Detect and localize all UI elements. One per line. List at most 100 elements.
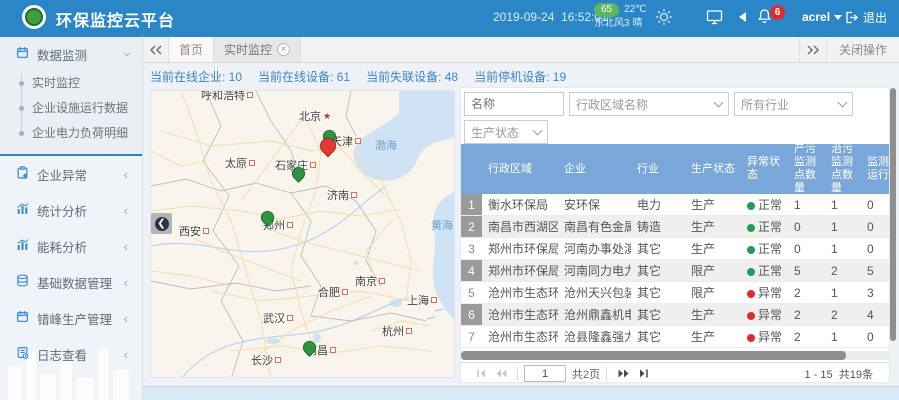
sidebar-item-4[interactable]: 基础数据管理‹ bbox=[0, 264, 142, 300]
table-cell: 0 bbox=[861, 198, 889, 212]
close-operations-menu[interactable]: 关闭操作 bbox=[827, 41, 899, 58]
city-marker-icon bbox=[287, 222, 293, 228]
sidebar-item-1[interactable]: 企业异常‹ bbox=[0, 156, 142, 192]
sidebar-subitem-0[interactable]: 实时监控 bbox=[32, 71, 142, 96]
horizontal-scrollbar[interactable] bbox=[461, 351, 889, 360]
map-city-label-0: 呼和浩特 bbox=[201, 90, 253, 103]
pagination-bar: 共2页 1 - 15 共19条 bbox=[461, 362, 889, 384]
status-dot-icon bbox=[747, 246, 755, 254]
vertical-scrollbar[interactable] bbox=[890, 88, 896, 341]
stat-label: 当前在线企业: bbox=[150, 70, 229, 84]
stat-value: 19 bbox=[553, 70, 566, 84]
table-row[interactable]: 2南昌市西湖区环南昌有色金属有铸造生产正常010 bbox=[461, 216, 889, 238]
speaker-icon[interactable] bbox=[736, 11, 748, 26]
aqi-badge: 65 bbox=[594, 3, 619, 17]
table-cell: 0 bbox=[788, 242, 825, 256]
logout-button[interactable]: 退出 bbox=[845, 9, 887, 26]
sidebar-item-label: 统计分析 bbox=[37, 201, 87, 220]
table-cell: 1 bbox=[825, 220, 861, 234]
table-cell: 2 bbox=[788, 286, 825, 300]
map-city-label-6: 西安 bbox=[179, 223, 209, 239]
table-cell: 1 bbox=[825, 286, 861, 300]
city-marker-icon bbox=[287, 315, 293, 321]
alert-count-badge[interactable]: 6 bbox=[770, 5, 785, 20]
sidebar-item-6[interactable]: 日志查看‹ bbox=[0, 336, 142, 372]
table-cell: 生产 bbox=[685, 196, 741, 213]
clipboard-icon bbox=[16, 166, 29, 182]
table-row[interactable]: 7沧州市生态环保沧县隆鑫强力加其它生产异常210 bbox=[461, 326, 889, 348]
chevron-left-icon: ‹ bbox=[124, 239, 128, 254]
next-page-button[interactable] bbox=[613, 368, 633, 379]
sidebar-subitem-2[interactable]: 企业电力负荷明细 bbox=[32, 121, 142, 146]
table-cell: 沧州市生态环保 bbox=[482, 306, 558, 323]
map-city-label-13: 长沙 bbox=[251, 352, 281, 368]
total-pages-label: 共2页 bbox=[572, 366, 600, 382]
sidebar-item-0[interactable]: 数据监测‹ bbox=[0, 37, 142, 71]
table-header-cell-7: 监测点 运行 bbox=[861, 144, 889, 194]
sidebar-submenu: 实时监控企业设施运行数据企业电力负荷明细 bbox=[0, 71, 142, 146]
table-cell: 生产 bbox=[685, 240, 741, 257]
sidebar-item-3[interactable]: 能耗分析‹ bbox=[0, 228, 142, 264]
abnormal-status-cell: 正常 bbox=[741, 218, 788, 235]
map-city-label-1: 北京★ bbox=[299, 108, 331, 124]
table-cell: 沧州市生态环保 bbox=[482, 328, 558, 345]
sidebar-item-5[interactable]: 错峰生产管理‹ bbox=[0, 300, 142, 336]
table-cell: 生产 bbox=[685, 328, 741, 345]
app-title: 环保监控云平台 bbox=[56, 7, 175, 31]
app-header: 环保监控云平台 2019-09-24 16:52:01 65 22℃ 东北风3 … bbox=[0, 0, 899, 35]
abnormal-status-label: 异常 bbox=[758, 330, 782, 344]
monitor-icon[interactable] bbox=[706, 9, 723, 28]
stat-value: 48 bbox=[445, 70, 458, 84]
table-row[interactable]: 3郑州市环保局河南办事处演示其它生产正常010 bbox=[461, 238, 889, 260]
last-page-button[interactable] bbox=[633, 368, 653, 379]
logout-icon bbox=[845, 11, 859, 24]
user-menu[interactable]: acrel bbox=[802, 10, 842, 24]
scroll-tabs-left-button[interactable] bbox=[143, 37, 169, 62]
table-row[interactable]: 6沧州市生态环保沧州鼎鑫机电设其它生产异常224 bbox=[461, 304, 889, 326]
table-cell: 0 bbox=[861, 242, 889, 256]
table-cell: 1 bbox=[825, 198, 861, 212]
tab-1[interactable]: 实时监控× bbox=[214, 37, 301, 62]
stat-value: 61 bbox=[337, 70, 350, 84]
main-content: 首页实时监控× 关闭操作 当前在线企业: 10当前在线设备: 61当前失联设备:… bbox=[143, 35, 899, 400]
close-icon[interactable]: × bbox=[277, 43, 290, 56]
city-name: 北京 bbox=[299, 108, 321, 124]
collapse-panel-button[interactable]: ❮ bbox=[151, 213, 172, 234]
sidebar-subitem-1[interactable]: 企业设施运行数据 bbox=[32, 96, 142, 121]
first-page-button[interactable] bbox=[471, 368, 491, 379]
chevron-left-icon: ‹ bbox=[124, 203, 128, 218]
sidebar-item-label: 企业异常 bbox=[37, 165, 87, 184]
name-search-input[interactable] bbox=[464, 92, 564, 116]
table-cell: 生产 bbox=[685, 218, 741, 235]
row-number-cell: 7 bbox=[461, 326, 482, 347]
bar-chart-icon bbox=[16, 202, 29, 218]
bullet-dot-icon bbox=[19, 81, 24, 86]
city-marker-icon bbox=[275, 357, 281, 363]
industry-select[interactable]: 所有行业 bbox=[734, 92, 853, 116]
table-cell: 衡水环保局 bbox=[482, 196, 558, 213]
sidebar-item-2[interactable]: 统计分析 ‹ bbox=[0, 192, 142, 228]
sidebar-group-0: 数据监测‹实时监控企业设施运行数据企业电力负荷明细 bbox=[0, 37, 142, 156]
table-row[interactable]: 4郑州市环保局河南同力电力设其它限产正常525 bbox=[461, 260, 889, 282]
table-header-cell-5: 产污监测点数量 bbox=[788, 144, 825, 194]
region-select[interactable]: 行政区域名称 bbox=[569, 92, 729, 116]
enterprise-list-panel: 行政区域名称 所有行业 生产状态 行政区域企业行业生产状态异常状态产污监测点数量… bbox=[460, 87, 890, 383]
sidebar-item-label: 错峰生产管理 bbox=[37, 309, 112, 328]
china-map[interactable]: 呼和浩特北京★天津太原石家庄济南西安郑州南京合肥上海武汉杭州长沙南昌渤海黄海 ❮ bbox=[150, 90, 455, 378]
table-header-cell-num bbox=[461, 144, 482, 194]
wind-condition: 东北风3 晴 bbox=[594, 17, 646, 31]
table-row[interactable]: 1衡水环保局安环保电力生产正常110 bbox=[461, 194, 889, 216]
prev-page-button[interactable] bbox=[491, 368, 511, 379]
production-status-select[interactable]: 生产状态 bbox=[464, 120, 548, 144]
scroll-tabs-right-button[interactable] bbox=[800, 45, 826, 55]
map-city-label-5: 济南 bbox=[327, 187, 357, 203]
abnormal-status-label: 正常 bbox=[758, 242, 782, 256]
tab-0[interactable]: 首页 bbox=[169, 37, 214, 62]
table-cell: 其它 bbox=[631, 240, 685, 257]
city-name: 济南 bbox=[327, 187, 349, 203]
page-number-input[interactable] bbox=[524, 365, 566, 382]
abnormal-status-label: 异常 bbox=[758, 286, 782, 300]
table-row[interactable]: 5沧州市生态环保沧州天兴包装制其它限产异常213 bbox=[461, 282, 889, 304]
abnormal-status-cell: 异常 bbox=[741, 284, 788, 301]
stat-value: 10 bbox=[229, 70, 242, 84]
